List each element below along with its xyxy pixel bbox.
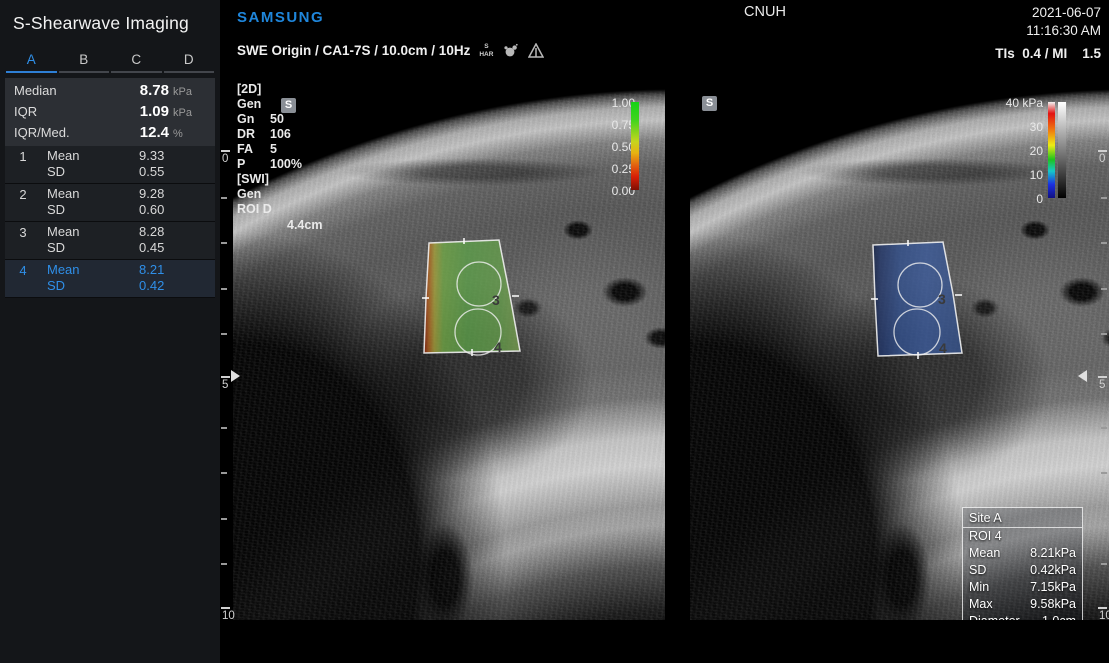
roi-1-mean-label: Mean xyxy=(47,148,139,164)
ti-mi-readout: TIs 0.4 / MI 1.5 xyxy=(995,46,1101,61)
results-sidebar: S-Shearwave Imaging A B C D Median 8.78 … xyxy=(0,0,220,663)
median-label: Median xyxy=(14,83,119,98)
ultrasound-panel-right[interactable]: 3 4 S 40 kPa 30 20 10 0 Site A ROI 4 Mea… xyxy=(690,80,1109,620)
graymap-gradient xyxy=(1058,102,1066,198)
colorbar-gradient xyxy=(631,102,639,190)
stat-diameter: 1.0cm xyxy=(1042,613,1076,620)
roi-1-mean-value: 9.33 xyxy=(139,148,215,164)
depth-5-label: 5 xyxy=(1099,379,1105,391)
swe-roi-box[interactable] xyxy=(873,242,962,356)
site-label: Site A xyxy=(963,509,1082,528)
iqr-med-unit: % xyxy=(169,128,205,140)
summary-row-median: Median 8.78 kPa xyxy=(5,82,215,103)
roi-list-item-1[interactable]: 1 Mean9.33 SD0.55 xyxy=(5,146,215,184)
swe-ratio-colorbar: 1.00 0.75 0.50 0.25 0.00 xyxy=(585,80,647,210)
exam-time: 11:16:30 AM xyxy=(1026,22,1101,40)
roi-3-number: 3 xyxy=(5,225,41,240)
tab-site-d[interactable]: D xyxy=(164,48,215,73)
depth-10-label: 10 xyxy=(222,610,235,622)
tab-site-b[interactable]: B xyxy=(59,48,110,73)
stat-mean: 8.21kPa xyxy=(1030,545,1076,562)
roi-4-sd-value: 0.42 xyxy=(139,278,215,294)
kpa-colorbar: 40 kPa 30 20 10 0 xyxy=(993,80,1069,210)
depth-10-label: 10 xyxy=(1099,610,1109,622)
roi-stats-box: Site A ROI 4 Mean8.21kPa SD0.42kPa Min7.… xyxy=(962,507,1083,620)
median-unit: kPa xyxy=(169,86,205,98)
roi-1-sd-value: 0.55 xyxy=(139,164,215,180)
exam-date: 2021-06-07 xyxy=(1026,4,1101,22)
summary-stats: Median 8.78 kPa IQR 1.09 kPa IQR/Med. 12… xyxy=(5,78,215,150)
iqr-med-label: IQR/Med. xyxy=(14,125,119,140)
roi-2-mean-value: 9.28 xyxy=(139,186,215,202)
roi-depth-value: 4.4cm xyxy=(287,218,322,232)
summary-row-iqr-med: IQR/Med. 12.4 % xyxy=(5,124,215,145)
depth-0-label: 0 xyxy=(1099,153,1105,165)
circle-4-label: 4 xyxy=(939,340,947,356)
site-tabs: A B C D xyxy=(6,48,214,73)
iqr-med-value: 12.4 xyxy=(119,124,169,141)
s-orientation-marker-icon: S xyxy=(281,98,296,113)
roi-2-number: 2 xyxy=(5,187,41,202)
roi-1-number: 1 xyxy=(5,149,41,164)
s-orientation-marker-icon: S xyxy=(702,96,717,111)
roi-4-mean-label: Mean xyxy=(47,262,139,278)
roi-3-mean-value: 8.28 xyxy=(139,224,215,240)
swe-roi-box[interactable] xyxy=(424,240,520,353)
harmonic-imaging-icon: SHAR xyxy=(479,43,493,58)
stat-max: 9.58kPa xyxy=(1030,596,1076,613)
quickscan-icon xyxy=(502,43,519,58)
circle-3-label: 3 xyxy=(492,292,500,308)
page-title: S-Shearwave Imaging xyxy=(0,0,220,34)
iqr-unit: kPa xyxy=(169,107,205,119)
depth-5-label: 5 xyxy=(222,379,228,391)
focus-marker-icon[interactable] xyxy=(1078,370,1087,382)
focus-marker-icon[interactable] xyxy=(231,370,240,382)
roi-4-mean-value: 8.21 xyxy=(139,262,215,278)
stat-min: 7.15kPa xyxy=(1030,579,1076,596)
roi-list-item-2[interactable]: 2 Mean9.28 SD0.60 xyxy=(5,184,215,222)
roi-2-sd-label: SD xyxy=(47,202,139,218)
summary-row-iqr: IQR 1.09 kPa xyxy=(5,103,215,124)
scan-info-text: SWE Origin / CA1-7S / 10.0cm / 10Hz xyxy=(237,43,470,58)
median-value: 8.78 xyxy=(119,82,169,99)
samsung-logo: SAMSUNG xyxy=(237,9,324,26)
roi-list-item-3[interactable]: 3 Mean8.28 SD0.45 xyxy=(5,222,215,260)
iqr-label: IQR xyxy=(14,104,119,119)
tab-site-c[interactable]: C xyxy=(111,48,162,73)
roi-list-item-4-selected[interactable]: 4 Mean8.21 SD0.42 xyxy=(5,260,215,298)
roi-4-sd-label: SD xyxy=(47,278,139,294)
colorbar-gradient xyxy=(1048,102,1055,198)
roi-measurement-list: 1 Mean9.33 SD0.55 2 Mean9.28 SD0.60 3 Me… xyxy=(5,146,215,298)
datetime-block: 2021-06-07 11:16:30 AM xyxy=(1026,4,1101,40)
ultrasound-panel-left[interactable]: 3 4 [2D] Gen Gn50 DR106 FA5 P100% [SWI] … xyxy=(233,80,665,620)
tab-site-a[interactable]: A xyxy=(6,48,57,73)
roi-2-mean-label: Mean xyxy=(47,186,139,202)
iqr-value: 1.09 xyxy=(119,103,169,120)
roi-3-sd-label: SD xyxy=(47,240,139,256)
roi-2-sd-value: 0.60 xyxy=(139,202,215,218)
app-screen: S-Shearwave Imaging A B C D Median 8.78 … xyxy=(0,0,1109,663)
stat-sd: 0.42kPa xyxy=(1030,562,1076,579)
roi-id: ROI 4 xyxy=(969,528,1076,545)
roi-1-sd-label: SD xyxy=(47,164,139,180)
probe-orientation-icon xyxy=(528,43,544,58)
roi-4-number: 4 xyxy=(5,263,41,278)
hospital-name: CNUH xyxy=(700,4,830,20)
circle-3-label: 3 xyxy=(938,291,946,307)
imaging-area: SAMSUNG SWE Origin / CA1-7S / 10.0cm / 1… xyxy=(220,0,1109,663)
circle-4-label: 4 xyxy=(494,339,502,355)
roi-3-sd-value: 0.45 xyxy=(139,240,215,256)
roi-3-mean-label: Mean xyxy=(47,224,139,240)
depth-0-label: 0 xyxy=(222,153,228,165)
scan-info-bar: SWE Origin / CA1-7S / 10.0cm / 10Hz SHAR xyxy=(237,43,544,58)
